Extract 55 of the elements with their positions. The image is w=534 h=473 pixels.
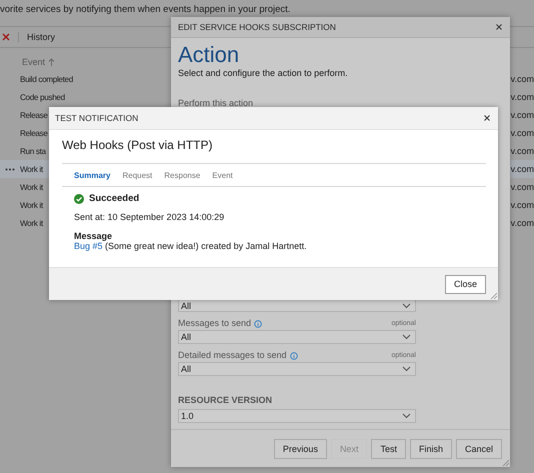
message-text: Bug #5 (Some great new idea!) created by Jamal Hartnett. [74, 241, 308, 251]
table-cell: v.com [510, 164, 534, 174]
intro-text: vorite services by notifying them when events happen in your project. [0, 3, 292, 17]
dropdown[interactable]: All [178, 362, 416, 376]
table-cell: v.com [510, 128, 534, 138]
table-cell: v.com [510, 182, 534, 192]
message-label: Message [74, 231, 114, 241]
chevron-down-icon [402, 302, 411, 308]
info-icon[interactable] [290, 352, 298, 360]
bug-link[interactable]: Bug #5 [74, 241, 103, 251]
sent-time: Sent at: 10 September 2023 14:00:29 [74, 212, 226, 222]
dropdown[interactable]: All [178, 330, 416, 344]
table-cell: Work it [20, 219, 43, 228]
section-title: RESOURCE VERSION [178, 395, 274, 405]
resize-grip-icon[interactable] [490, 292, 497, 299]
chevron-down-icon [402, 334, 411, 340]
table-cell: Release [20, 129, 48, 138]
field-label: Perform this action [178, 98, 254, 108]
more-icon[interactable] [4, 168, 15, 170]
dropdown[interactable]: 1.0 [178, 409, 416, 423]
delete-icon[interactable] [2, 33, 10, 41]
dialog-button[interactable]: Test [371, 438, 406, 458]
success-icon [74, 194, 84, 204]
dialog-title: TEST NOTIFICATION [55, 113, 138, 123]
tab[interactable]: Summary [74, 170, 110, 180]
tab[interactable]: Event [212, 170, 233, 180]
table-cell: v.com [510, 74, 534, 84]
dialog-button[interactable]: Cancel [456, 438, 502, 458]
field-label: Detailed messages to send [178, 350, 287, 360]
table-cell: v.com [510, 218, 534, 228]
info-icon[interactable] [254, 320, 262, 328]
service-title: Web Hooks (Post via HTTP) [62, 138, 214, 154]
chevron-down-icon [402, 413, 411, 419]
dialog-subtitle: Select and configure the action to perform. [178, 68, 349, 78]
sort-arrow-icon[interactable] [48, 58, 56, 66]
dialog-heading: Action [178, 42, 240, 68]
close-icon[interactable] [496, 24, 502, 30]
chevron-down-icon [402, 366, 411, 372]
tab[interactable]: Request [122, 170, 152, 180]
close-icon[interactable] [484, 115, 490, 121]
close-button[interactable]: Close [444, 274, 486, 294]
resize-grip-icon[interactable] [502, 459, 509, 466]
dropdown[interactable]: All [178, 300, 416, 312]
table-cell: Build completed [20, 75, 73, 84]
history-button[interactable]: History [27, 32, 56, 42]
table-cell: v.com [510, 200, 534, 210]
tab[interactable]: Response [164, 170, 200, 180]
table-cell: Work it [20, 165, 43, 174]
field-label: Messages to send [178, 318, 252, 328]
table-cell: Work it [20, 183, 43, 192]
dialog-title: EDIT SERVICE HOOKS SUBSCRIPTION [178, 22, 336, 32]
status-text: Succeeded [89, 193, 140, 204]
dialog-button[interactable]: Finish [410, 438, 452, 458]
table-cell: Work it [20, 201, 43, 210]
dialog-button[interactable]: Previous [274, 438, 327, 458]
